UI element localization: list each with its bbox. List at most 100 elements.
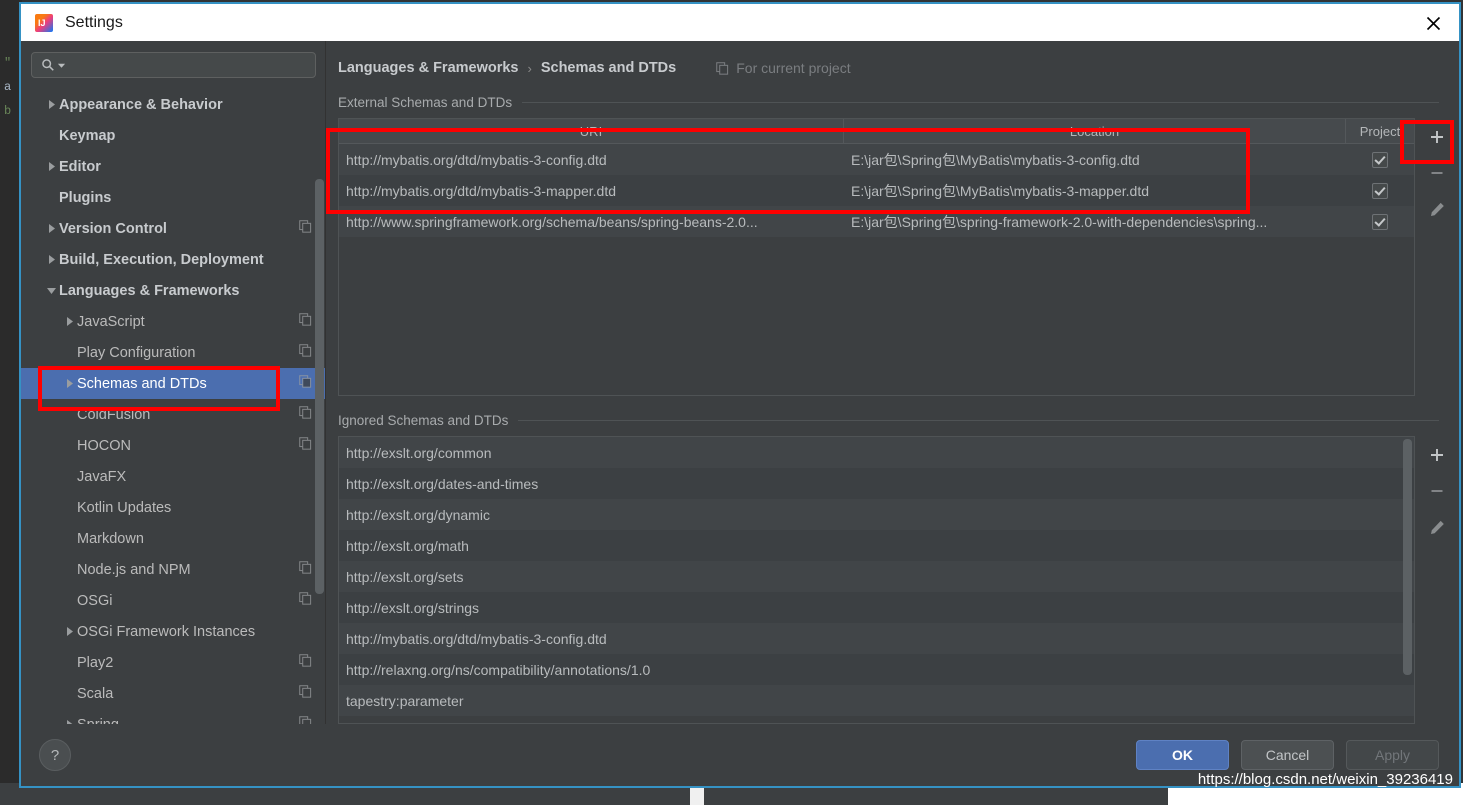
sidebar-scrollbar[interactable] [315, 179, 324, 594]
cell-uri: http://mybatis.org/dtd/mybatis-3-config.… [346, 151, 607, 168]
sidebar-item-play-configuration[interactable]: Play Configuration [21, 337, 326, 368]
sidebar-item-spring[interactable]: Spring [21, 709, 326, 724]
copy-icon [299, 561, 312, 579]
chevron-right-icon[interactable] [61, 378, 77, 389]
chevron-right-icon[interactable] [61, 316, 77, 327]
list-item[interactable]: http://exslt.org/math [339, 530, 1414, 561]
breadcrumb-separator: › [527, 60, 532, 76]
search-input[interactable] [70, 56, 315, 74]
sidebar-item-osgi-framework-instances[interactable]: OSGi Framework Instances [21, 616, 326, 647]
list-item[interactable]: http://relaxng.org/ns/compatibility/anno… [339, 654, 1414, 685]
minus-icon [1431, 490, 1443, 492]
table-row[interactable]: http://www.springframework.org/schema/be… [339, 206, 1414, 237]
project-checkbox[interactable] [1372, 151, 1388, 168]
column-header-location[interactable]: Location [844, 119, 1346, 143]
edit-button[interactable] [1420, 194, 1454, 224]
chevron-down-icon[interactable] [57, 61, 66, 70]
sidebar-item-label: JavaFX [77, 468, 127, 485]
sidebar-item-play2[interactable]: Play2 [21, 647, 326, 678]
sidebar-item-keymap[interactable]: Keymap [21, 120, 326, 151]
sidebar-item-javascript[interactable]: JavaScript [21, 306, 326, 337]
dialog-body: Appearance & Behavior Keymap Editor Plugins… [21, 41, 1459, 724]
main-panel: Languages & Frameworks › Schemas and DTD… [326, 41, 1459, 724]
chevron-right-icon[interactable] [43, 161, 59, 172]
help-icon[interactable]: ? [39, 739, 71, 771]
sidebar-item-kotlin-updates[interactable]: Kotlin Updates [21, 492, 326, 523]
plus-icon [1431, 449, 1443, 461]
cell-location: E:\jar包\Spring包\spring-framework-2.0-wit… [851, 213, 1268, 230]
chevron-right-icon[interactable] [43, 223, 59, 234]
sidebar-item-label: OSGi Framework Instances [77, 623, 256, 640]
sidebar-item-coldfusion[interactable]: ColdFusion [21, 399, 326, 430]
table-row[interactable]: http://mybatis.org/dtd/mybatis-3-mapper.… [339, 175, 1414, 206]
sidebar-item-plugins[interactable]: Plugins [21, 182, 326, 213]
search-box[interactable] [31, 52, 316, 79]
copy-icon [299, 344, 312, 362]
plus-icon [1431, 131, 1443, 143]
chevron-down-icon[interactable] [43, 285, 59, 296]
copy-icon [299, 406, 312, 424]
settings-sidebar: Appearance & Behavior Keymap Editor Plugins… [21, 41, 326, 724]
remove-button[interactable] [1420, 158, 1454, 188]
breadcrumb-current: Schemas and DTDs [540, 60, 677, 76]
add-button[interactable] [1420, 122, 1454, 152]
ok-button[interactable]: OK [1136, 740, 1229, 770]
chevron-right-icon[interactable] [61, 626, 77, 637]
remove-button[interactable] [1420, 476, 1454, 506]
cancel-button[interactable]: Cancel [1241, 740, 1334, 770]
list-item[interactable]: http://exslt.org/strings [339, 592, 1414, 623]
copy-icon [299, 654, 312, 672]
ignored-schemas-list: http://exslt.org/common http://exslt.org/… [338, 436, 1415, 724]
list-item[interactable]: http://exslt.org/dates-and-times [339, 468, 1414, 499]
close-icon[interactable] [1419, 10, 1447, 36]
sidebar-item-label: Schemas and DTDs [77, 375, 207, 392]
project-checkbox[interactable] [1372, 213, 1388, 230]
sidebar-item-hocon[interactable]: HOCON [21, 430, 326, 461]
sidebar-item-label: OSGi [77, 592, 113, 609]
sidebar-item-label: HOCON [77, 437, 131, 454]
copy-icon [716, 61, 729, 75]
cell-project[interactable] [1346, 206, 1414, 237]
table-row[interactable]: http://mybatis.org/dtd/mybatis-3-config.… [339, 144, 1414, 175]
sidebar-item-schemas-and-dtds[interactable]: Schemas and DTDs [21, 368, 326, 400]
ignored-toolbar [1415, 436, 1459, 724]
ignored-list-scrollbar[interactable] [1403, 439, 1412, 675]
breadcrumb: Languages & Frameworks › Schemas and DTD… [326, 41, 1459, 78]
add-button[interactable] [1420, 440, 1454, 470]
table-header-row: URI Location Project [339, 119, 1414, 144]
sidebar-item-version-control[interactable]: Version Control [21, 213, 326, 244]
cell-project[interactable] [1346, 175, 1414, 206]
list-item[interactable]: http://exslt.org/common [339, 437, 1414, 468]
chevron-right-icon[interactable] [43, 254, 59, 265]
settings-dialog: Settings Appearance & Behavior Keymap Edit… [19, 2, 1461, 788]
sidebar-item-javafx[interactable]: JavaFX [21, 461, 326, 492]
list-item[interactable]: http://exslt.org/dynamic [339, 499, 1414, 530]
edit-button[interactable] [1420, 512, 1454, 542]
section-rule [518, 420, 1439, 421]
for-current-project-text: For current project [736, 60, 851, 76]
sidebar-item-node-js-and-npm[interactable]: Node.js and NPM [21, 554, 326, 585]
sidebar-item-label: Node.js and NPM [77, 561, 191, 578]
sidebar-item-label: Languages & Frameworks [59, 282, 240, 299]
column-header-project[interactable]: Project [1346, 119, 1414, 143]
list-item[interactable]: http://exslt.org/sets [339, 561, 1414, 592]
sidebar-item-label: Play2 [77, 654, 114, 671]
project-checkbox[interactable] [1372, 182, 1388, 199]
chevron-right-icon[interactable] [43, 99, 59, 110]
sidebar-item-editor[interactable]: Editor [21, 151, 326, 182]
sidebar-item-label: Spring [77, 717, 119, 724]
list-item[interactable]: tapestry:parameter [339, 685, 1414, 716]
list-item[interactable]: http://mybatis.org/dtd/mybatis-3-config.… [339, 623, 1414, 654]
cell-project[interactable] [1346, 144, 1414, 175]
copy-icon [299, 220, 312, 238]
cell-uri: http://mybatis.org/dtd/mybatis-3-mapper.… [346, 182, 617, 199]
sidebar-item-languages-frameworks[interactable]: Languages & Frameworks [21, 275, 326, 306]
sidebar-item-appearance-behavior[interactable]: Appearance & Behavior [21, 89, 326, 120]
breadcrumb-parent[interactable]: Languages & Frameworks [338, 60, 519, 76]
sidebar-item-scala[interactable]: Scala [21, 678, 326, 709]
sidebar-item-markdown[interactable]: Markdown [21, 523, 326, 554]
column-header-uri[interactable]: URI [339, 119, 844, 143]
sidebar-item-build-execution-deployment[interactable]: Build, Execution, Deployment [21, 244, 326, 275]
sidebar-item-osgi[interactable]: OSGi [21, 585, 326, 616]
footer-buttons: OK Cancel Apply [1136, 740, 1439, 770]
